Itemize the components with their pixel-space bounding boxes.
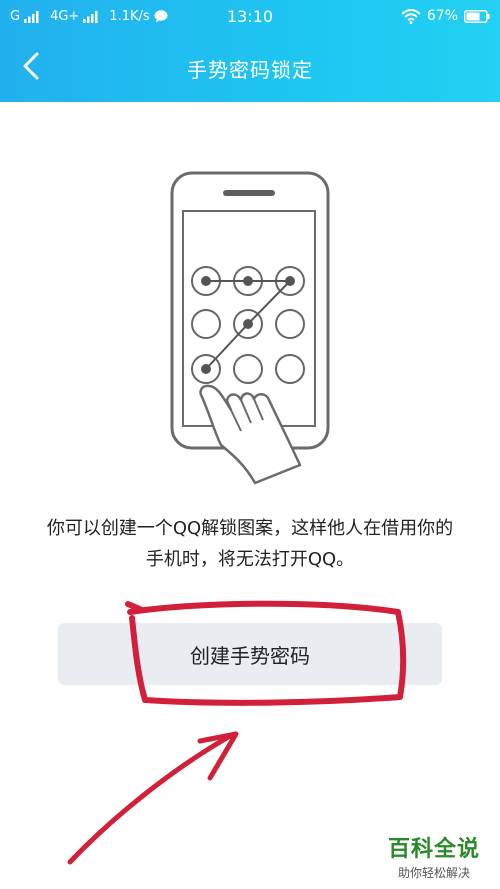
wifi-icon [401, 8, 421, 24]
create-gesture-password-button[interactable]: 创建手势密码 [58, 623, 442, 685]
description-text: 你可以创建一个QQ解锁图案，这样他人在借用你的手机时，将无法打开QQ。 [46, 518, 454, 570]
status-bar: G 4G+ 1.1K/s 13:10 67% [0, 0, 500, 34]
watermark-subtitle: 助你轻松解决 [397, 866, 470, 880]
battery-percent: 67% [426, 8, 458, 24]
screen: G 4G+ 1.1K/s 13:10 67% 手势密码锁定 你可以创建一个QQ解… [0, 0, 500, 889]
watermark-title: 百科全说 [387, 837, 480, 862]
gesture-lock-illustration [170, 171, 330, 485]
status-right: 67% [401, 8, 490, 24]
page-title: 手势密码锁定 [187, 58, 313, 82]
watermark-logo: 百科全说 助你轻松解决 [378, 831, 490, 881]
battery-icon [464, 9, 490, 23]
app-header: G 4G+ 1.1K/s 13:10 67% 手势密码锁定 [0, 0, 500, 102]
nav-bar: 手势密码锁定 [0, 34, 500, 102]
